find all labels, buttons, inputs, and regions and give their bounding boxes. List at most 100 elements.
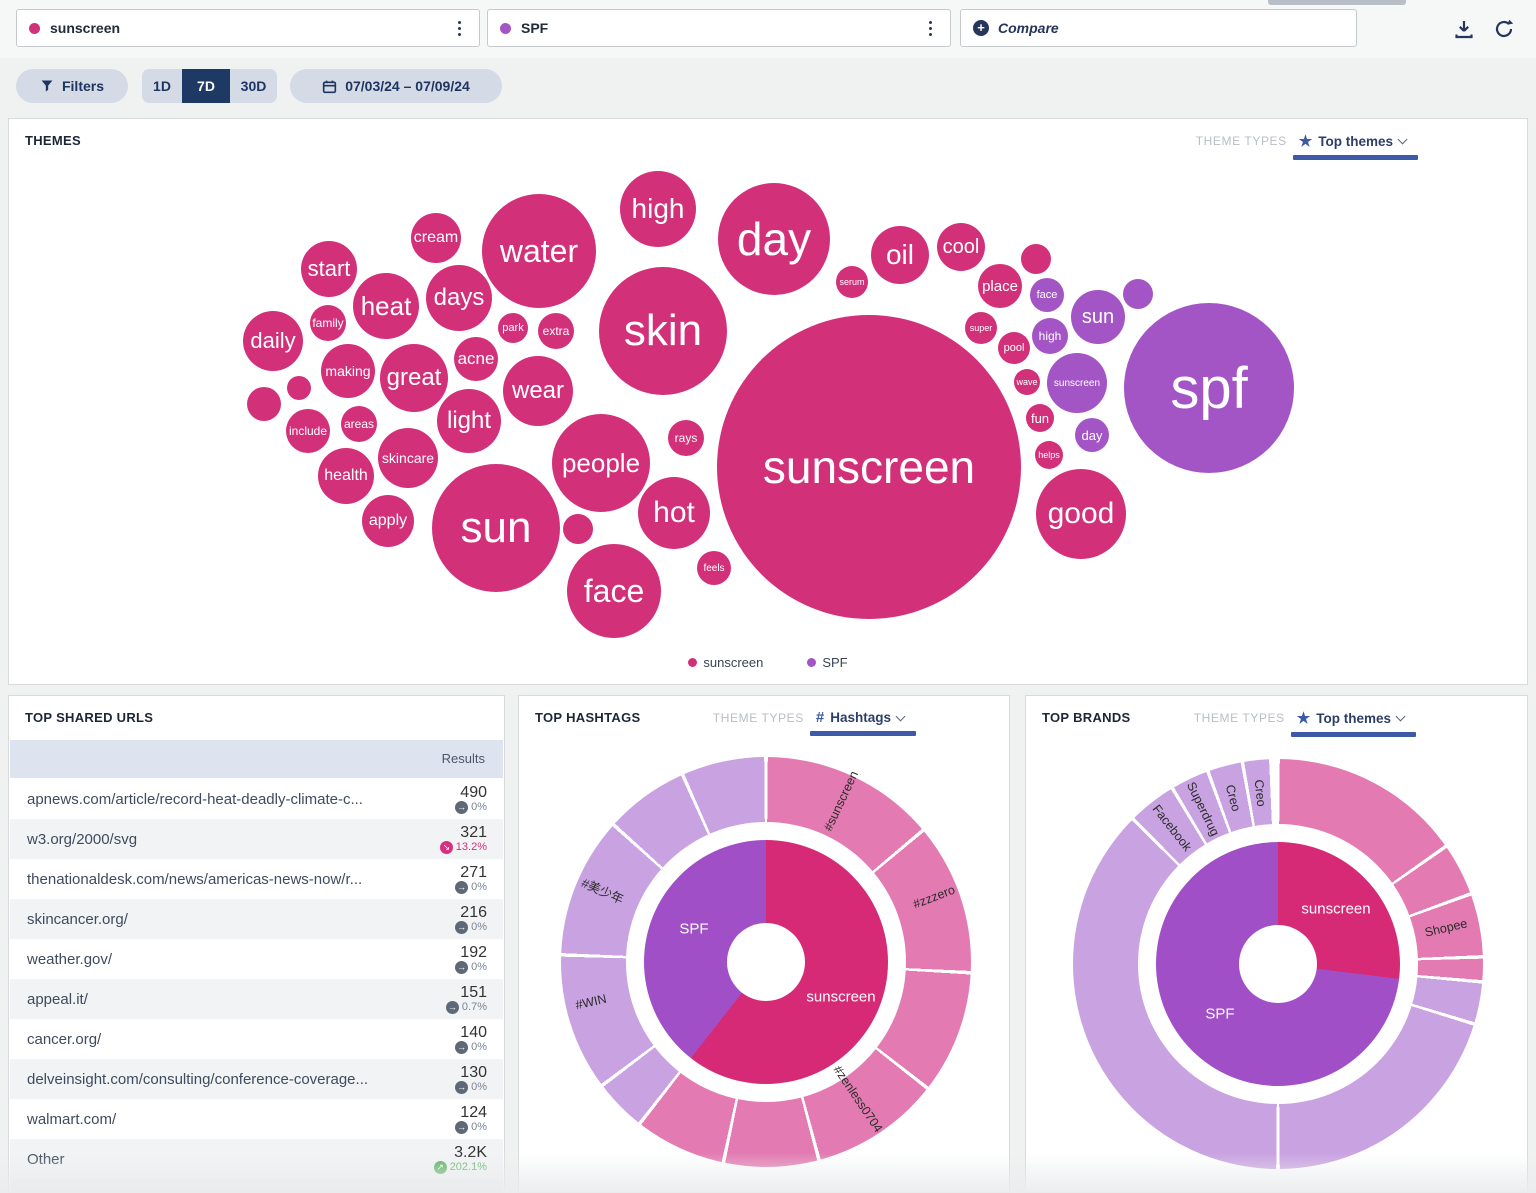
theme-bubble-water[interactable]: water <box>482 194 596 308</box>
top-themes-selector[interactable]: ★ Top themes <box>1297 709 1404 727</box>
theme-bubble-helps[interactable]: helps <box>1035 441 1063 469</box>
refresh-button[interactable] <box>1492 17 1516 41</box>
bubble-label: serum <box>839 277 864 287</box>
range-7d-button[interactable]: 7D <box>182 69 230 103</box>
theme-bubble-great[interactable]: great <box>380 344 448 412</box>
theme-bubble-pool[interactable]: pool <box>998 332 1030 364</box>
kebab-menu-icon[interactable] <box>452 17 467 40</box>
theme-bubble-rays[interactable]: rays <box>668 420 704 456</box>
theme-bubble-start[interactable]: start <box>301 241 357 297</box>
url-table-row[interactable]: skincancer.org/216→0% <box>10 899 503 939</box>
query-label: sunscreen <box>50 20 452 36</box>
theme-bubble-extra[interactable]: extra <box>538 313 574 349</box>
hashtags-selector[interactable]: # Hashtags <box>816 709 904 726</box>
theme-bubble-high[interactable]: high <box>620 171 696 247</box>
range-1d-button[interactable]: 1D <box>142 69 182 103</box>
theme-bubble-day[interactable]: day <box>1075 418 1109 452</box>
chevron-down-icon <box>1398 135 1408 145</box>
url-link[interactable]: thenationaldesk.com/news/americas-news-n… <box>10 871 387 888</box>
url-table-row[interactable]: thenationaldesk.com/news/americas-news-n… <box>10 859 503 899</box>
theme-bubble-daily[interactable]: daily <box>243 311 303 371</box>
top-themes-selector[interactable]: ★ Top themes <box>1299 132 1406 150</box>
url-link[interactable]: w3.org/2000/svg <box>10 831 387 848</box>
theme-bubble-sun[interactable]: sun <box>432 464 560 592</box>
hashtags-sunburst-chart[interactable]: #sunscreen#zzzero#zenless0704#WIN#美少年SPF… <box>561 757 971 1167</box>
theme-bubble-hot[interactable]: hot <box>638 477 710 549</box>
query-chip-spf[interactable]: SPF <box>487 9 951 47</box>
url-link[interactable]: skincancer.org/ <box>10 911 387 928</box>
url-table-row[interactable]: w3.org/2000/svg321↘13.2% <box>10 819 503 859</box>
url-table-row[interactable]: cancer.org/140→0% <box>10 1019 503 1059</box>
url-table-row[interactable]: Other3.2K↗202.1% <box>10 1139 503 1179</box>
theme-bubble-making[interactable]: making <box>321 344 375 398</box>
date-range-segmented-control: 1D 7D 30D <box>142 69 277 103</box>
url-table-row[interactable]: walmart.com/124→0% <box>10 1099 503 1139</box>
theme-bubble-spf[interactable]: spf <box>1124 303 1294 473</box>
url-link[interactable]: cancer.org/ <box>10 1031 387 1048</box>
url-link[interactable]: weather.gov/ <box>10 951 387 968</box>
date-range-picker[interactable]: 07/03/24 – 07/09/24 <box>290 69 502 103</box>
url-link[interactable]: walmart.com/ <box>10 1111 387 1128</box>
url-link[interactable]: Other <box>10 1151 387 1168</box>
bubble-label: extra <box>543 324 570 338</box>
query-chip-sunscreen[interactable]: sunscreen <box>16 9 480 47</box>
theme-bubble-sun[interactable]: sun <box>1071 290 1125 344</box>
legend-item-SPF[interactable]: SPF <box>807 655 847 670</box>
theme-bubble-heat[interactable]: heat <box>353 273 419 339</box>
theme-bubble-acne[interactable]: acne <box>454 337 498 381</box>
brands-sunburst-chart[interactable]: ShopeeFacebookSuperdrugCreoCreosunscreen… <box>1073 759 1483 1169</box>
url-table-row[interactable]: delveinsight.com/consulting/conference-c… <box>10 1059 503 1099</box>
theme-bubble[interactable] <box>247 387 281 421</box>
theme-bubble-wear[interactable]: wear <box>503 356 573 426</box>
change-percent: 0% <box>471 921 487 934</box>
theme-bubble-sunscreen[interactable]: sunscreen <box>717 315 1021 619</box>
theme-bubble-people[interactable]: people <box>552 414 650 512</box>
legend-item-sunscreen[interactable]: sunscreen <box>688 655 763 670</box>
theme-bubble-high[interactable]: high <box>1032 318 1068 354</box>
trend-flat-icon: → <box>455 801 468 814</box>
theme-types-label: THEME TYPES <box>713 711 804 725</box>
theme-bubble-include[interactable]: include <box>286 409 330 453</box>
trend-flat-icon: → <box>455 1121 468 1134</box>
theme-bubble-feels[interactable]: feels <box>697 551 731 585</box>
selector-label: Top themes <box>1318 134 1393 149</box>
theme-bubble-serum[interactable]: serum <box>836 266 868 298</box>
theme-bubble-health[interactable]: health <box>318 448 374 504</box>
theme-bubble-face[interactable]: face <box>1030 278 1064 312</box>
theme-bubble-park[interactable]: park <box>498 313 528 343</box>
theme-bubble-skincare[interactable]: skincare <box>378 428 438 488</box>
range-30d-button[interactable]: 30D <box>230 69 277 103</box>
kebab-menu-icon[interactable] <box>923 17 938 40</box>
url-link[interactable]: appeal.it/ <box>10 991 387 1008</box>
theme-bubble-good[interactable]: good <box>1036 469 1126 559</box>
theme-bubble-days[interactable]: days <box>426 265 492 331</box>
theme-bubble-oil[interactable]: oil <box>871 226 929 284</box>
theme-bubble[interactable] <box>1123 279 1153 309</box>
theme-bubble-skin[interactable]: skin <box>599 267 727 395</box>
theme-bubble-areas[interactable]: areas <box>341 406 377 442</box>
theme-bubble[interactable] <box>1021 244 1051 274</box>
theme-bubble-light[interactable]: light <box>437 389 501 453</box>
theme-bubble-wave[interactable]: wave <box>1014 369 1040 395</box>
download-button[interactable] <box>1452 17 1476 41</box>
theme-bubble-place[interactable]: place <box>978 264 1022 308</box>
theme-bubble-sunscreen[interactable]: sunscreen <box>1047 353 1107 413</box>
theme-bubble-family[interactable]: family <box>310 305 346 341</box>
url-table-row[interactable]: weather.gov/192→0% <box>10 939 503 979</box>
bubble-label: helps <box>1038 450 1060 460</box>
theme-bubble-apply[interactable]: apply <box>362 495 414 547</box>
theme-bubble-cream[interactable]: cream <box>411 213 461 263</box>
theme-bubble[interactable] <box>287 376 311 400</box>
url-table-row[interactable]: apnews.com/article/record-heat-deadly-cl… <box>10 779 503 819</box>
url-link[interactable]: apnews.com/article/record-heat-deadly-cl… <box>10 791 387 808</box>
filters-button[interactable]: Filters <box>16 69 128 103</box>
url-table-row[interactable]: appeal.it/151→0.7% <box>10 979 503 1019</box>
theme-bubble-cool[interactable]: cool <box>937 223 985 271</box>
url-link[interactable]: delveinsight.com/consulting/conference-c… <box>10 1071 387 1088</box>
theme-bubble-face[interactable]: face <box>567 544 661 638</box>
compare-button[interactable]: + Compare <box>960 9 1357 47</box>
theme-bubble-fun[interactable]: fun <box>1026 404 1054 432</box>
theme-bubble-super[interactable]: super <box>965 312 997 344</box>
theme-bubble-day[interactable]: day <box>718 183 830 295</box>
theme-bubble[interactable] <box>563 514 593 544</box>
